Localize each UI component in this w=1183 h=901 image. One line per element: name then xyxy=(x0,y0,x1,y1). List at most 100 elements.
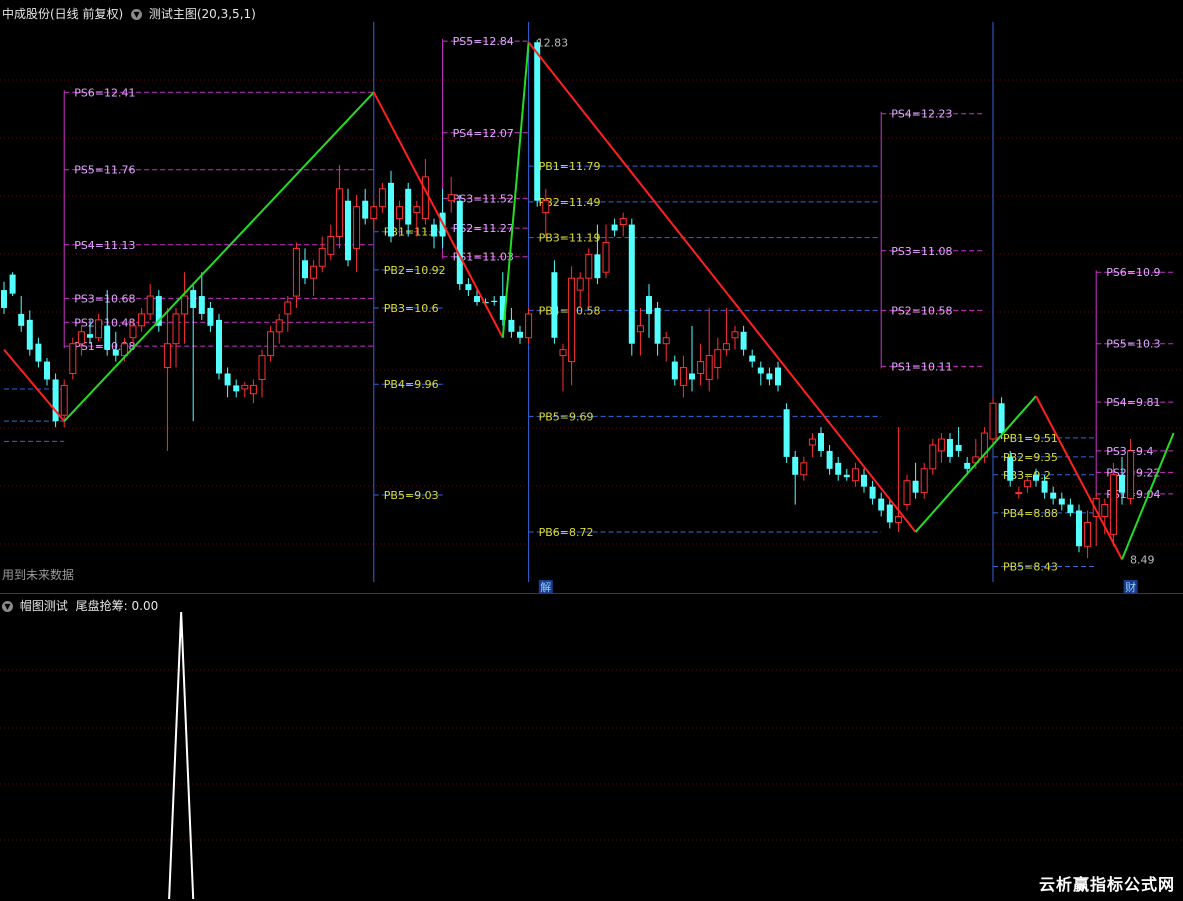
candle-body xyxy=(327,235,335,255)
candle-body xyxy=(138,313,146,327)
candle-body xyxy=(216,319,222,374)
ps-level-label: PS6=12.41 xyxy=(74,86,135,99)
candle-body xyxy=(636,325,644,333)
candle-body xyxy=(551,272,558,338)
pb-level-label: PB5=9.03 xyxy=(384,489,439,502)
candle-body xyxy=(937,438,945,452)
candle-body xyxy=(1023,480,1031,488)
candle-body xyxy=(172,313,180,345)
candle-body xyxy=(998,403,1005,434)
candle-body xyxy=(851,468,859,482)
ps-level-label: PS4=12.07 xyxy=(453,127,514,140)
candle-body xyxy=(731,331,739,339)
candle-body xyxy=(568,277,576,363)
candle-body xyxy=(594,254,601,279)
main-chart: PS6=12.41 PS5=11.76 PS4=11.13 PS3=10.68 PS2=… xyxy=(0,22,1183,594)
candle-body xyxy=(35,343,42,362)
candle-body xyxy=(757,367,764,374)
candle-body xyxy=(602,241,610,273)
candle-body xyxy=(947,439,953,457)
candle-body xyxy=(1050,492,1057,499)
candle-body xyxy=(181,295,189,315)
candle-body xyxy=(1101,504,1109,517)
candle-body xyxy=(792,456,799,475)
candle-body xyxy=(559,349,567,357)
candle-body xyxy=(525,313,533,339)
candle-body xyxy=(878,498,885,511)
ps-level-label: PS1=10.11 xyxy=(891,360,952,373)
candle-body xyxy=(474,296,480,302)
ps-level-label: PS3=10.68 xyxy=(74,292,135,305)
candle-body xyxy=(1015,492,1023,495)
pb-level-label: PB5=8.43 xyxy=(1003,561,1058,574)
candle-body xyxy=(835,462,842,475)
candle-body xyxy=(508,319,515,332)
candle-body xyxy=(628,224,635,344)
pb-level-label: PB3=11.19 xyxy=(539,232,601,245)
candle-body xyxy=(1007,456,1014,481)
candles xyxy=(1,39,1135,559)
ps-level-group: PS5=12.84PS4=12.07PS3=11.52PS2=11.27PS1=… xyxy=(442,35,529,264)
candle-body xyxy=(60,384,68,416)
candle-body xyxy=(95,319,103,339)
candle-body xyxy=(1058,498,1065,505)
candle-body xyxy=(705,355,713,380)
candle-body xyxy=(808,438,816,446)
candle-body xyxy=(302,260,308,279)
candle-body xyxy=(740,331,747,350)
candle-body xyxy=(517,331,523,338)
candle-body xyxy=(87,334,93,338)
candle-body xyxy=(413,206,421,214)
candle-body xyxy=(405,188,412,225)
candle-body xyxy=(69,343,77,374)
candle-body xyxy=(662,337,670,345)
candle-body xyxy=(843,474,850,478)
watermark: 云析赢指标公式网 xyxy=(1038,875,1175,894)
candle-body xyxy=(714,349,722,369)
ps-level-label: PS5=10.3 xyxy=(1106,338,1160,351)
candle-body xyxy=(345,200,351,261)
candle-body xyxy=(989,402,997,440)
candle-body xyxy=(964,462,971,469)
candle-body xyxy=(534,42,541,201)
candle-body xyxy=(104,325,111,350)
candle-body xyxy=(396,206,404,220)
candle-body xyxy=(1033,474,1039,481)
candle-body xyxy=(378,188,386,208)
candle-body xyxy=(542,200,550,214)
signal-spike xyxy=(168,611,195,900)
candle-body xyxy=(818,433,824,451)
candle-body xyxy=(292,247,300,297)
candle-body xyxy=(869,486,876,499)
ps-level-label: PS2=10.58 xyxy=(891,304,952,317)
candle-body xyxy=(775,367,781,386)
candle-body xyxy=(284,301,292,315)
candle-body xyxy=(611,224,618,231)
candle-body xyxy=(421,176,429,220)
candle-body xyxy=(370,206,378,220)
candle-body xyxy=(894,515,902,523)
candle-body xyxy=(1,290,7,308)
candle-body xyxy=(129,325,137,339)
ps-level-label: PS3=11.08 xyxy=(891,245,952,258)
candle-body xyxy=(456,200,463,285)
candle-body xyxy=(722,343,730,351)
candle-body xyxy=(224,373,231,386)
candle-body xyxy=(388,182,394,237)
candle-body xyxy=(258,355,266,380)
candle-body xyxy=(249,384,257,395)
pb-level-label: PB3=10.6 xyxy=(384,302,439,315)
future-data-note: 用到未来数据 xyxy=(2,568,75,582)
candle-body xyxy=(9,274,16,294)
candle-body xyxy=(646,296,652,314)
candle-body xyxy=(783,409,790,457)
ps-level-label: PS5=12.84 xyxy=(453,35,514,48)
candle-body xyxy=(697,361,705,374)
ps-level-group: PS6=10.9PS5=10.3PS4=9.81PS3=9.4PS2=9.22P… xyxy=(1095,266,1174,501)
candle-body xyxy=(1127,450,1135,500)
ps-level-label: PS4=9.81 xyxy=(1106,396,1160,409)
candle-body xyxy=(1084,521,1092,547)
candle-body xyxy=(861,474,867,487)
pb-level-label: PB4=9.96 xyxy=(384,378,439,391)
candle-body xyxy=(886,504,893,523)
